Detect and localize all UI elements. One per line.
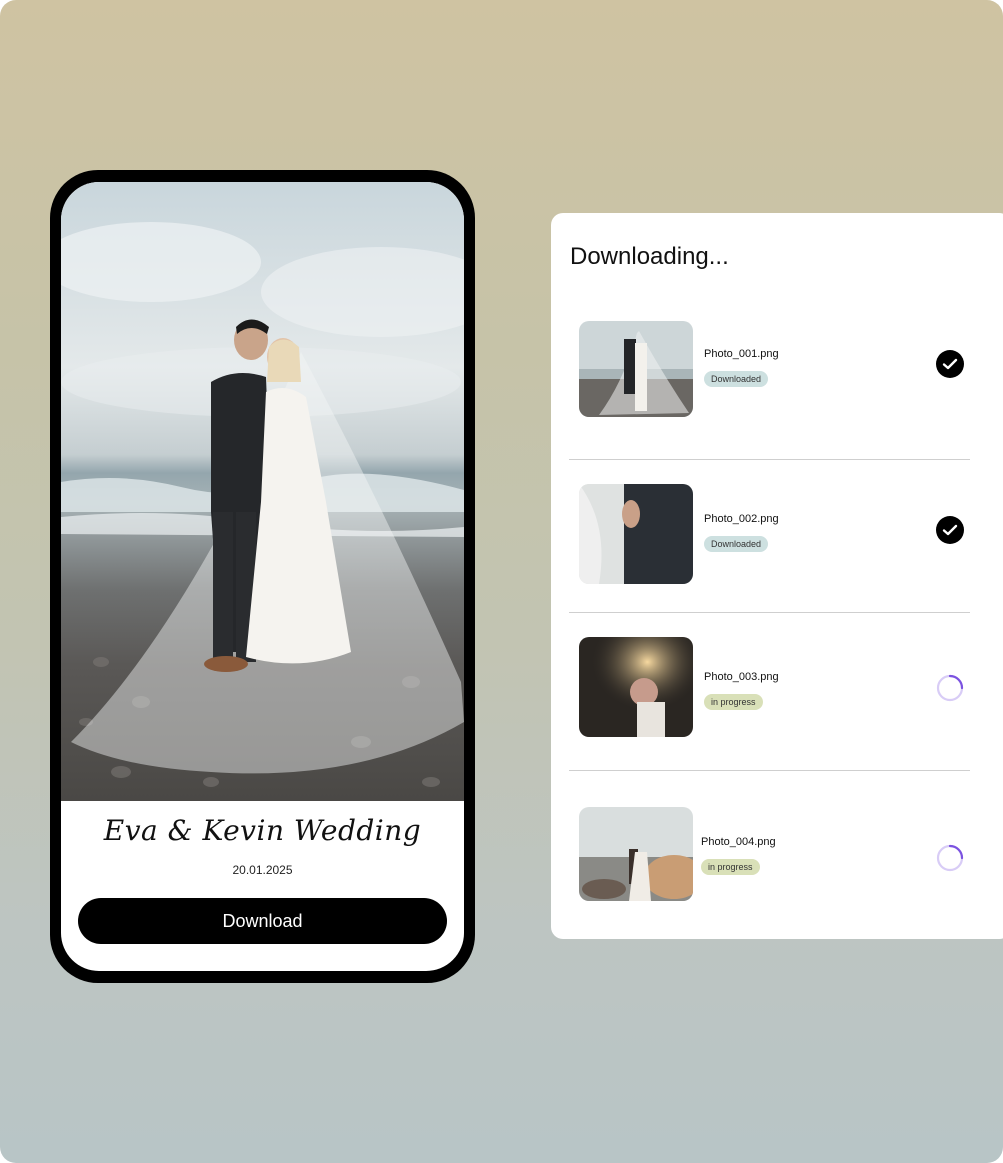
photo-002-status-badge: Downloaded <box>704 536 769 552</box>
row-divider <box>569 770 970 771</box>
download-button[interactable]: Download <box>78 898 447 944</box>
phone-frame: Eva & Kevin Wedding 20.01.2025 Download <box>50 170 475 983</box>
photo-003-status-badge: in progress <box>704 694 763 710</box>
background-canvas: Eva & Kevin Wedding 20.01.2025 Download … <box>0 0 1003 1163</box>
downloading-panel: Downloading... Photo_001.png Downloaded <box>551 213 1003 939</box>
photo-001-status-badge: Downloaded <box>704 371 769 387</box>
spinner-icon <box>936 674 964 702</box>
photo-003-thumbnail <box>579 637 693 737</box>
photo-001-filename: Photo_001.png <box>704 348 779 360</box>
panel-title: Downloading... <box>570 243 729 270</box>
phone-screen: Eva & Kevin Wedding 20.01.2025 Download <box>61 182 464 971</box>
row-divider <box>569 612 970 613</box>
wedding-title: Eva & Kevin Wedding <box>103 814 422 847</box>
photo-004-status-badge: in progress <box>701 859 760 875</box>
photo-003-filename: Photo_003.png <box>704 671 779 683</box>
photo-004-thumbnail <box>579 807 693 901</box>
spinner-icon <box>936 844 964 872</box>
row-divider <box>569 459 970 460</box>
wedding-hero-photo <box>61 182 464 801</box>
photo-001-thumbnail <box>579 321 693 417</box>
check-icon <box>936 516 964 544</box>
photo-002-thumbnail <box>579 484 693 584</box>
check-icon <box>936 350 964 378</box>
wedding-date: 20.01.2025 <box>232 863 293 877</box>
photo-004-filename: Photo_004.png <box>701 836 776 848</box>
photo-002-filename: Photo_002.png <box>704 513 779 525</box>
